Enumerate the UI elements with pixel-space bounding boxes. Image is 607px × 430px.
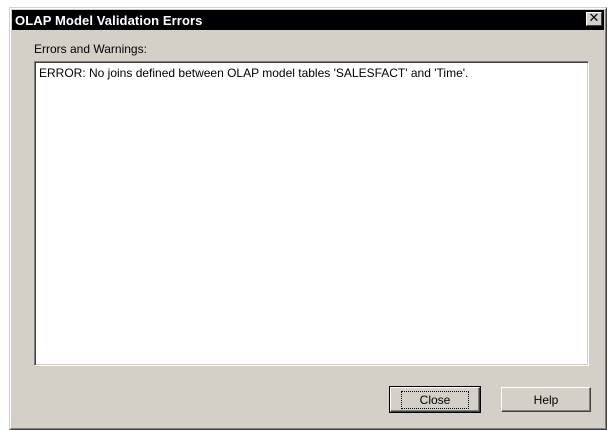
dialog-title: OLAP Model Validation Errors [15, 12, 203, 28]
close-icon[interactable]: ✕ [586, 12, 602, 26]
errors-warnings-label: Errors and Warnings: [34, 42, 147, 56]
close-button[interactable]: Close [389, 386, 481, 413]
help-button-label: Help [533, 392, 559, 407]
validation-errors-dialog: OLAP Model Validation Errors ✕ Errors an… [9, 7, 607, 430]
list-item[interactable]: ERROR: No joins defined between OLAP mod… [39, 66, 584, 80]
messages-list[interactable]: ERROR: No joins defined between OLAP mod… [34, 61, 589, 366]
help-button[interactable]: Help [501, 387, 591, 412]
close-button-label: Close [400, 390, 470, 409]
title-bar[interactable]: OLAP Model Validation Errors ✕ [12, 10, 604, 30]
